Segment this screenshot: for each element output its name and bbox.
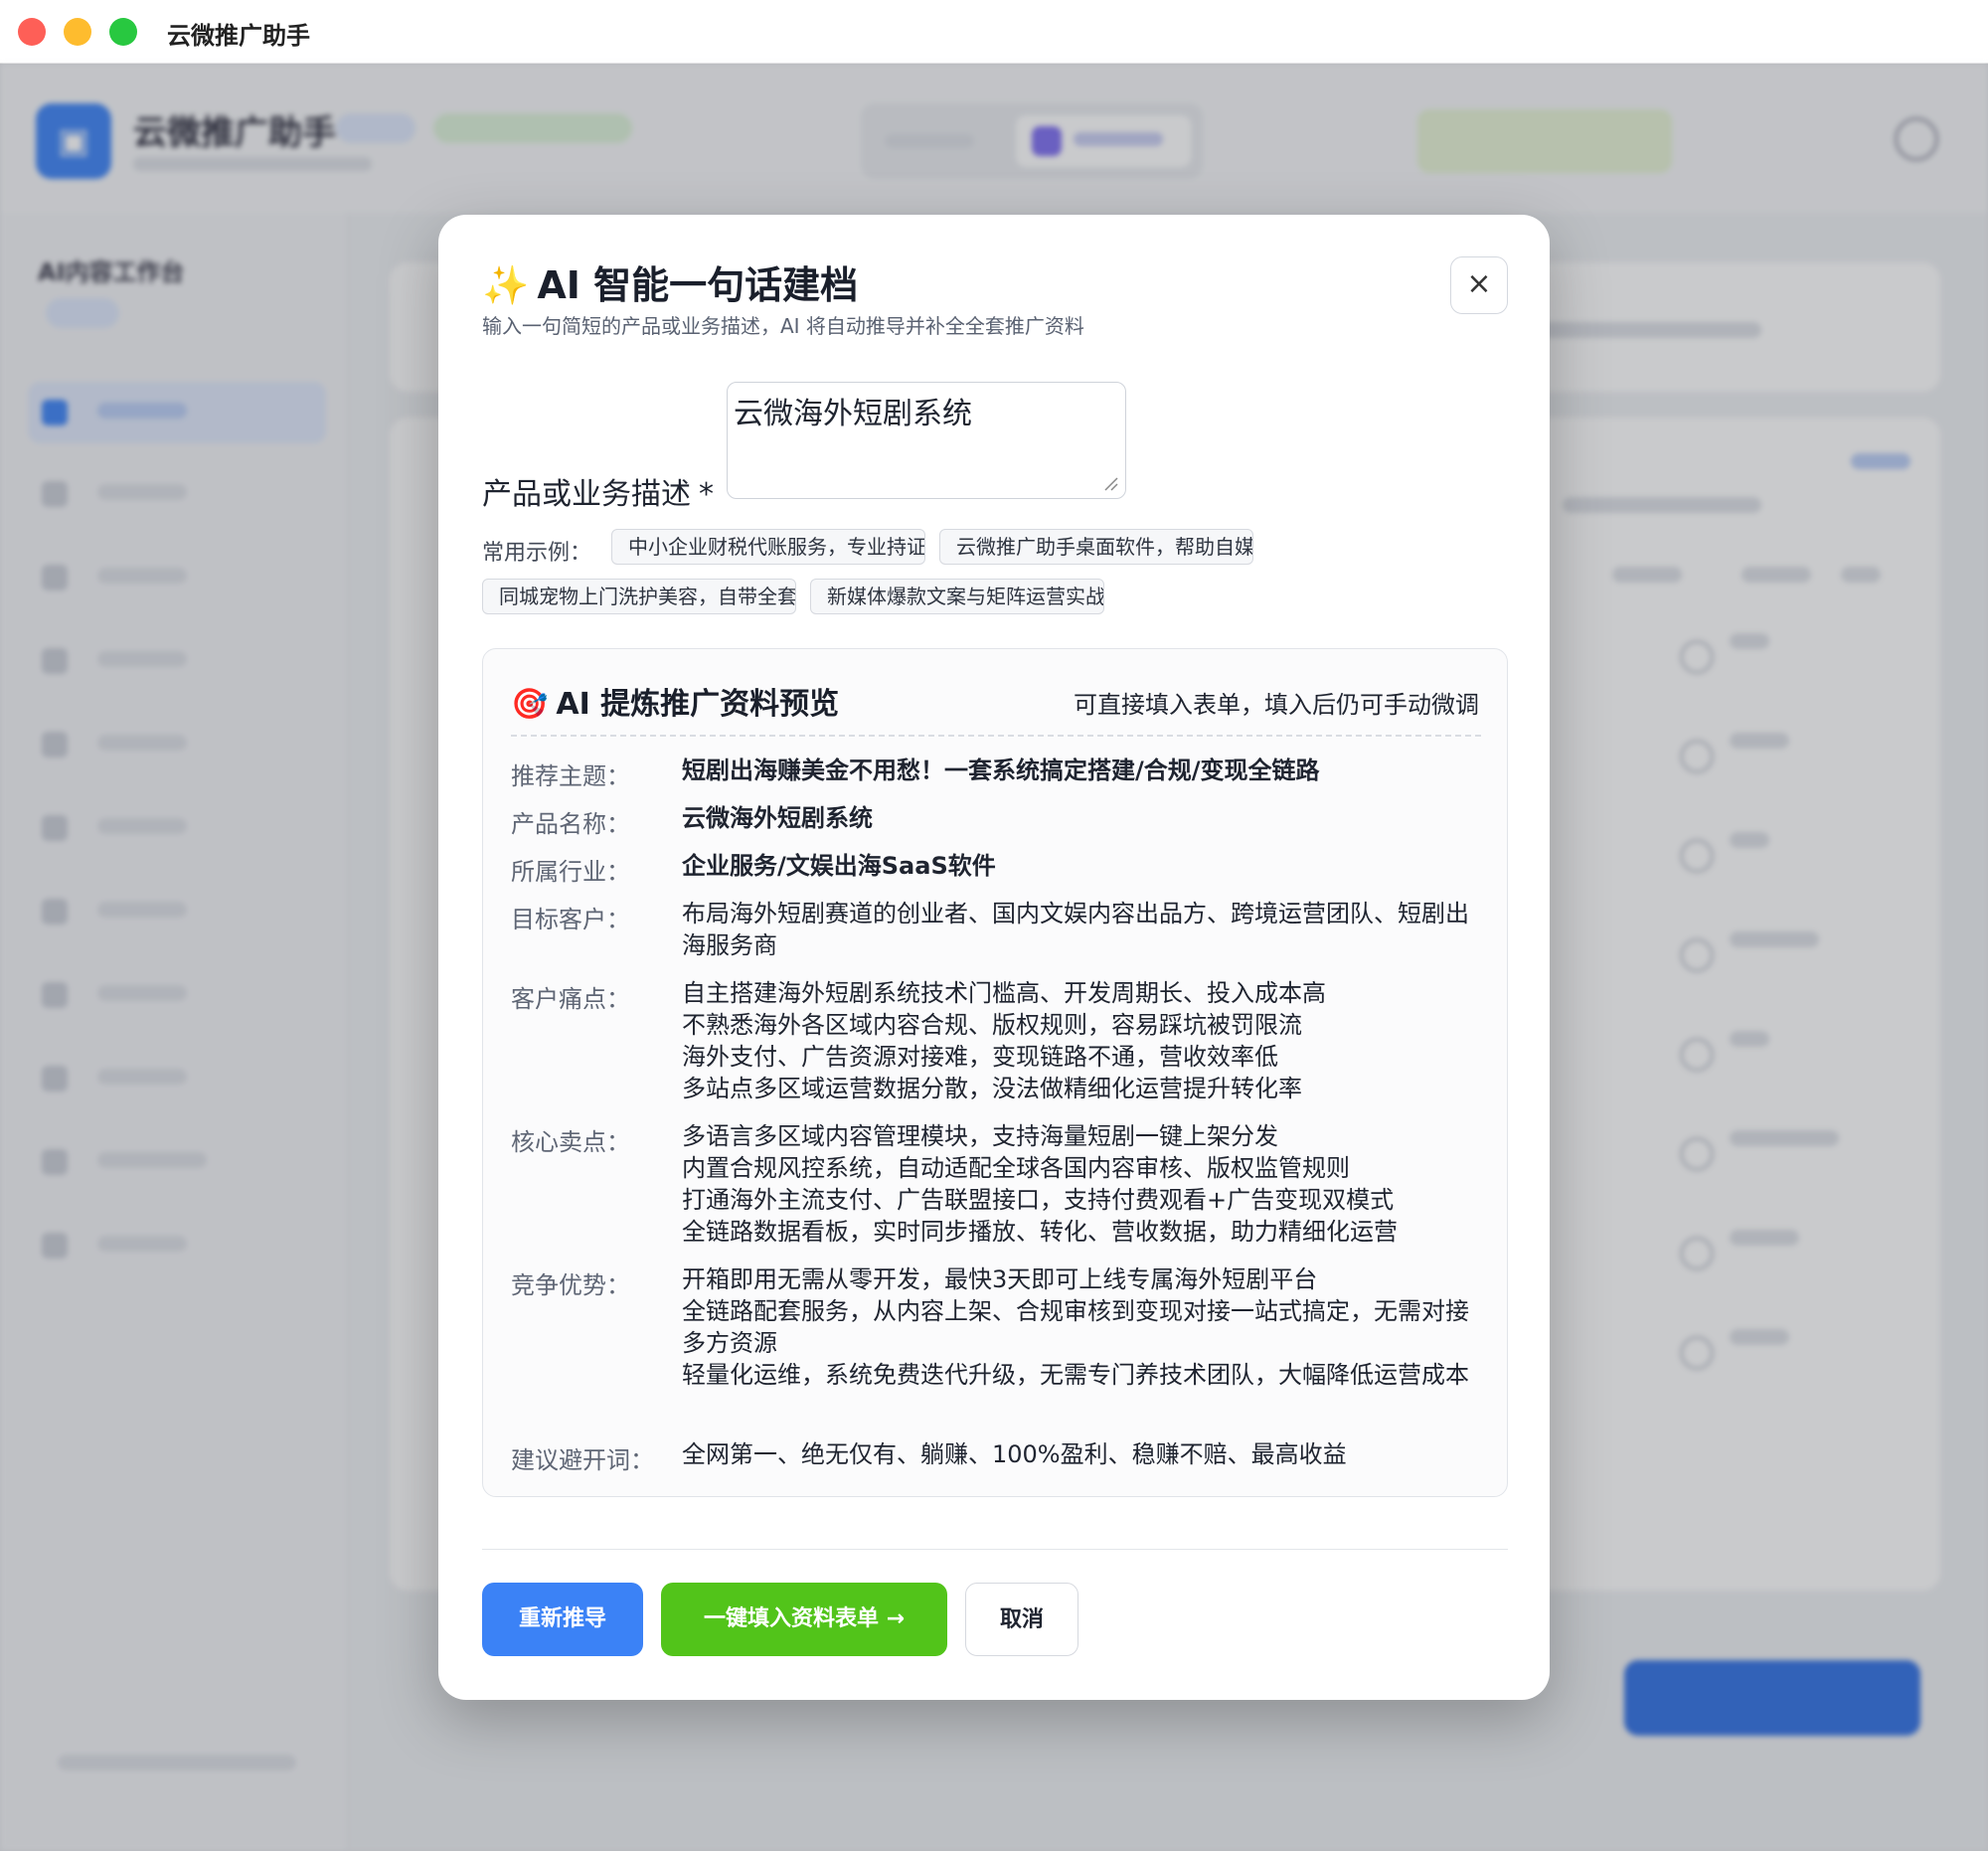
close-button[interactable]: × bbox=[1450, 256, 1508, 314]
modal-subtitle: 输入一句简短的产品或业务描述，AI 将自动推导并补全全套推广资料 bbox=[482, 314, 1084, 338]
advantage-line: 轻量化运维，系统免费迭代升级，无需专门养技术团队，大幅降低运营成本 bbox=[682, 1361, 1469, 1389]
maximize-window-button[interactable] bbox=[109, 18, 137, 46]
selling-point-line: 多语言多区域内容管理模块，支持海量短剧一键上架分发 bbox=[682, 1122, 1278, 1150]
avoid-words-line: 全网第一、绝无仅有、躺赚、100%盈利、稳赚不赔、最高收益 bbox=[682, 1440, 1347, 1468]
row-value-advantages: 开箱即用无需从零开发，最快3天即可上线专属海外短剧平台 全链路配套服务，从内容上… bbox=[682, 1263, 1483, 1391]
ai-preview-panel: 🎯 AI 提炼推广资料预览 可直接填入表单，填入后仍可手动微调 推荐主题： 短剧出… bbox=[482, 648, 1508, 1497]
advantage-line: 开箱即用无需从零开发，最快3天即可上线专属海外短剧平台 bbox=[682, 1265, 1318, 1293]
close-window-button[interactable] bbox=[18, 18, 46, 46]
row-label-avoid-words: 建议避开词： bbox=[511, 1446, 654, 1474]
row-label-industry: 所属行业： bbox=[511, 858, 630, 886]
example-chip-1[interactable]: 中小企业财税代账服务，专业持证会... bbox=[611, 529, 925, 565]
row-value-audience: 布局海外短剧赛道的创业者、国内文娱内容出品方、跨境运营团队、短剧出海服务商 bbox=[682, 898, 1483, 961]
preview-title: 🎯 AI 提炼推广资料预览 bbox=[511, 679, 839, 723]
topic-line: 短剧出海赚美金不用愁！一套系统搞定搭建/合规/变现全链路 bbox=[682, 757, 1320, 784]
footer-divider bbox=[482, 1549, 1508, 1550]
window-titlebar: 云微推广助手 bbox=[0, 0, 1988, 64]
row-label-audience: 目标客户： bbox=[511, 906, 630, 933]
modal-title: ✨ AI 智能一句话建档 bbox=[482, 254, 858, 309]
row-label-advantages: 竞争优势： bbox=[511, 1271, 630, 1299]
target-icon: 🎯 bbox=[511, 687, 549, 722]
window-title: 云微推广助手 bbox=[167, 22, 310, 50]
example-chip-2[interactable]: 云微推广助手桌面软件，帮助自媒体... bbox=[939, 529, 1253, 565]
pain-point-line: 自主搭建海外短剧系统技术门槛高、开发周期长、投入成本高 bbox=[682, 979, 1326, 1007]
row-label-pain-points: 客户痛点： bbox=[511, 985, 630, 1013]
description-field-label: 产品或业务描述 * bbox=[482, 469, 714, 513]
resize-grip-icon[interactable] bbox=[1102, 475, 1118, 491]
row-value-pain-points: 自主搭建海外短剧系统技术门槛高、开发周期长、投入成本高 不熟悉海外各区域内容合规… bbox=[682, 977, 1483, 1104]
pain-point-line: 不熟悉海外各区域内容合规、版权规则，容易踩坑被罚限流 bbox=[682, 1011, 1302, 1039]
cancel-button[interactable]: 取消 bbox=[965, 1583, 1078, 1656]
advantage-line: 全链路配套服务，从内容上架、合规审核到变现对接一站式搞定，无需对接多方资源 bbox=[682, 1297, 1469, 1357]
row-value-product: 云微海外短剧系统 bbox=[682, 802, 1483, 834]
ai-quick-profile-modal: ✨ AI 智能一句话建档 输入一句简短的产品或业务描述，AI 将自动推导并补全全套… bbox=[438, 215, 1550, 1700]
pain-point-line: 海外支付、广告资源对接难，变现链路不通，营收效率低 bbox=[682, 1043, 1278, 1071]
description-input[interactable]: 云微海外短剧系统 bbox=[727, 382, 1126, 499]
row-label-product: 产品名称： bbox=[511, 810, 630, 838]
regenerate-button[interactable]: 重新推导 bbox=[482, 1583, 643, 1656]
selling-point-line: 内置合规风控系统，自动适配全球各国内容审核、版权监管规则 bbox=[682, 1154, 1350, 1182]
selling-point-line: 全链路数据看板，实时同步播放、转化、营收数据，助力精细化运营 bbox=[682, 1218, 1398, 1246]
preview-hint: 可直接填入表单，填入后仍可手动微调 bbox=[1074, 691, 1479, 719]
industry-line: 企业服务/文娱出海SaaS软件 bbox=[682, 852, 996, 880]
product-line: 云微海外短剧系统 bbox=[682, 804, 873, 832]
selling-point-line: 打通海外主流支付、广告联盟接口，支持付费观看+广告变现双模式 bbox=[682, 1186, 1395, 1214]
modal-title-text: AI 智能一句话建档 bbox=[537, 263, 859, 307]
preview-title-text: AI 提炼推广资料预览 bbox=[556, 687, 840, 722]
fill-form-button[interactable]: 一键填入资料表单 → bbox=[661, 1583, 947, 1656]
audience-line: 布局海外短剧赛道的创业者、国内文娱内容出品方、跨境运营团队、短剧出海服务商 bbox=[682, 900, 1469, 959]
row-label-topic: 推荐主题： bbox=[511, 762, 630, 790]
sparkles-icon: ✨ bbox=[482, 263, 530, 307]
row-label-selling-points: 核心卖点： bbox=[511, 1128, 630, 1156]
examples-label: 常用示例： bbox=[482, 541, 592, 566]
row-value-topic: 短剧出海赚美金不用愁！一套系统搞定搭建/合规/变现全链路 bbox=[682, 755, 1483, 786]
minimize-window-button[interactable] bbox=[64, 18, 91, 46]
example-chip-4[interactable]: 新媒体爆款文案与矩阵运营实战课，... bbox=[810, 579, 1104, 614]
description-label-text: 产品或业务描述 bbox=[482, 477, 691, 512]
row-value-avoid-words: 全网第一、绝无仅有、躺赚、100%盈利、稳赚不赔、最高收益 bbox=[682, 1438, 1483, 1470]
close-icon: × bbox=[1466, 266, 1492, 301]
preview-divider bbox=[511, 735, 1481, 737]
row-value-industry: 企业服务/文娱出海SaaS软件 bbox=[682, 850, 1483, 882]
required-mark: * bbox=[699, 477, 714, 512]
pain-point-line: 多站点多区域运营数据分散，没法做精细化运营提升转化率 bbox=[682, 1075, 1302, 1102]
row-value-selling-points: 多语言多区域内容管理模块，支持海量短剧一键上架分发 内置合规风控系统，自动适配全… bbox=[682, 1120, 1483, 1248]
example-chip-3[interactable]: 同城宠物上门洗护美容，自带全套紫... bbox=[482, 579, 796, 614]
